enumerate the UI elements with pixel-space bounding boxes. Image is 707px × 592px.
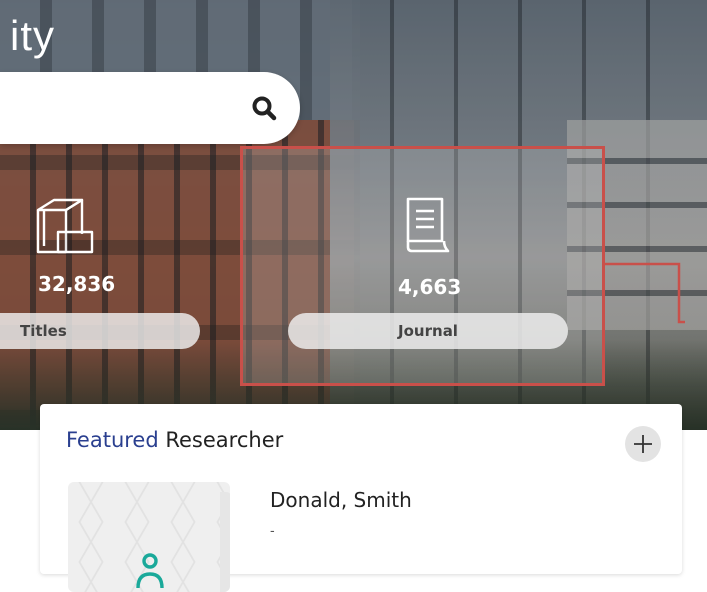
featured-title-accent: Featured [66, 428, 159, 452]
journal-count: 4,663 [398, 275, 462, 299]
search-bar [0, 72, 300, 144]
stat-card-titles[interactable]: 32,836 Titles [0, 146, 225, 386]
books-icon [36, 198, 94, 254]
titles-count: 32,836 [38, 272, 116, 296]
researcher-department: - [270, 522, 275, 538]
featured-title: Featured Researcher [66, 428, 283, 452]
add-button[interactable] [625, 426, 661, 462]
researcher-name[interactable]: Donald, Smith [270, 488, 412, 512]
titles-button[interactable]: Titles [0, 313, 200, 349]
featured-researcher-panel: Featured Researcher Donald, Smith - [40, 404, 682, 592]
site-title: ity [10, 12, 55, 59]
researcher-avatar[interactable] [68, 482, 230, 592]
search-input[interactable] [0, 72, 230, 144]
stat-card-journal[interactable]: 4,663 Journal [240, 146, 605, 386]
person-icon [136, 553, 164, 589]
featured-title-rest: Researcher [158, 428, 284, 452]
highlight-connector-line [605, 262, 685, 324]
journal-button[interactable]: Journal [288, 313, 568, 349]
search-icon [252, 96, 277, 121]
search-button[interactable] [250, 94, 280, 124]
journal-icon [406, 197, 450, 253]
plus-icon [634, 435, 652, 453]
